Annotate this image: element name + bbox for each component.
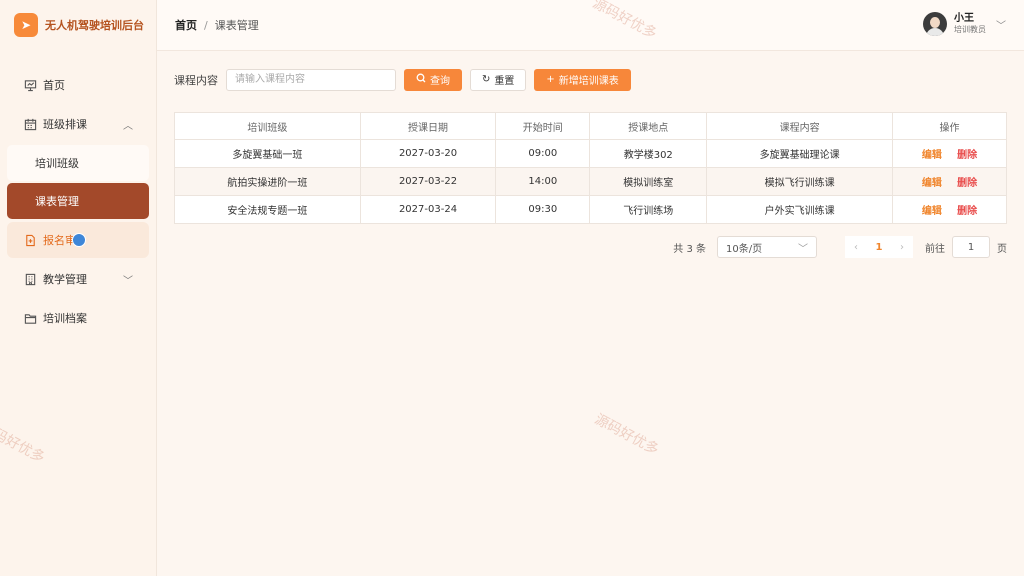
table-row: 多旋翼基础一班 2027-03-20 09:00 教学楼302 多旋翼基础理论课…: [174, 139, 1007, 168]
filter-label: 课程内容: [174, 73, 218, 87]
user-role: 培训教员: [954, 25, 986, 34]
plus-icon: +: [546, 74, 555, 85]
page-size-select[interactable]: 10条/页 ﹀: [717, 236, 817, 258]
breadcrumb-current: 课表管理: [214, 19, 259, 32]
watermark: 源码好优多: [591, 411, 662, 459]
column-header: 培训班级: [174, 112, 361, 140]
table-row: 航拍实操进阶一班 2027-03-22 14:00 模拟训练室 模拟飞行训练课 …: [174, 167, 1007, 196]
refresh-icon: ↻: [482, 74, 491, 85]
calendar-icon: [23, 117, 37, 131]
breadcrumb-home[interactable]: 首页: [175, 17, 197, 33]
row-actions: 编辑 删除: [892, 167, 1007, 196]
chevron-down-icon: ﹀: [996, 20, 1006, 32]
table-cell: 14:00: [495, 167, 591, 196]
prev-page-button[interactable]: ‹: [845, 236, 867, 258]
avatar: [923, 12, 947, 36]
sidebar-item-registration[interactable]: 报名审: [7, 222, 149, 258]
chevron-up-icon: ︿: [123, 120, 133, 132]
logo-icon: ➤: [14, 13, 38, 37]
table-cell: 09:30: [495, 195, 591, 224]
user-info: 小王 培训教员: [954, 13, 986, 35]
table-cell: 安全法规专题一班: [174, 195, 361, 224]
table-cell: 2027-03-20: [359, 139, 497, 168]
sidebar-item-home[interactable]: 首页: [7, 67, 149, 103]
table-row: 安全法规专题一班 2027-03-24 09:30 飞行训练场 户外实飞训练课 …: [174, 195, 1007, 224]
delete-button[interactable]: 删除: [957, 206, 977, 217]
goto-suffix: 页: [997, 243, 1007, 255]
table-cell: 户外实飞训练课: [706, 195, 893, 224]
sidebar-item-label: 首页: [43, 79, 65, 92]
goto-prefix: 前往: [925, 243, 945, 255]
sidebar-item-label: 教学管理: [43, 273, 87, 286]
chart-board-icon: [23, 78, 37, 92]
goto-page-input[interactable]: 1: [952, 236, 990, 258]
pager-buttons: ‹ 1 ›: [845, 236, 913, 258]
chevron-down-icon: ﹀: [798, 243, 808, 255]
table-cell: 09:00: [495, 139, 591, 168]
chevron-down-icon: ﹀: [123, 275, 133, 287]
goto-page: 前往 1 页: [925, 236, 1007, 258]
reset-button[interactable]: ↻ 重置: [470, 68, 527, 91]
row-actions: 编辑 删除: [892, 195, 1007, 224]
edit-button[interactable]: 编辑: [922, 178, 942, 189]
column-header: 授课地点: [589, 112, 708, 140]
search-icon: [416, 73, 426, 86]
add-schedule-button-label: 新增培训课表: [558, 76, 619, 87]
sidebar-item-label: 培训班级: [35, 157, 79, 170]
sidebar-item-label: 培训档案: [43, 312, 87, 325]
column-header: 授课日期: [359, 112, 497, 140]
user-menu[interactable]: 小王 培训教员 ﹀: [923, 12, 1006, 36]
sidebar-item-label: 课表管理: [35, 195, 79, 208]
user-name: 小王: [954, 13, 974, 24]
delete-button[interactable]: 删除: [957, 178, 977, 189]
sidebar-item-class-schedule[interactable]: 班级排课 ︿: [7, 106, 149, 142]
search-button-label: 查询: [430, 76, 450, 87]
building-icon: [23, 272, 37, 286]
sidebar-item-schedule-management[interactable]: 课表管理: [7, 183, 149, 219]
table-cell: 模拟飞行训练课: [706, 167, 893, 196]
sidebar-nav: 首页 班级排课 ︿ 培训班级 课表管理 报名审 教学管理 ﹀ 培训档案: [0, 50, 156, 336]
reset-button-label: 重置: [494, 76, 515, 87]
column-header: 课程内容: [706, 112, 893, 140]
pagination: 共 3 条 10条/页 ﹀ ‹ 1 › 前往 1 页: [673, 236, 1007, 258]
breadcrumb-separator: /: [204, 18, 208, 32]
sidebar: ➤ 无人机驾驶培训后台 首页 班级排课 ︿ 培训班级 课表管理 报名审 教学管理…: [0, 0, 157, 576]
column-header: 操作: [892, 112, 1007, 140]
table-cell: 飞行训练场: [589, 195, 708, 224]
table-cell: 教学楼302: [589, 139, 708, 168]
search-button[interactable]: 查询: [404, 68, 462, 91]
sidebar-item-archive[interactable]: 培训档案: [7, 300, 149, 336]
filter-bar: 课程内容 查询 ↻ 重置 + 新增培训课表: [174, 68, 1007, 91]
page-number[interactable]: 1: [867, 236, 891, 258]
table-cell: 多旋翼基础理论课: [706, 139, 893, 168]
table-cell: 2027-03-24: [359, 195, 497, 224]
page-size-value: 10条/页: [726, 243, 763, 255]
table-cell: 模拟训练室: [589, 167, 708, 196]
table-cell: 2027-03-22: [359, 167, 497, 196]
delete-button[interactable]: 删除: [957, 150, 977, 161]
document-icon: [23, 233, 37, 247]
sidebar-item-label: 班级排课: [43, 118, 87, 131]
schedule-table: 培训班级 授课日期 开始时间 授课地点 课程内容 操作 多旋翼基础一班 2027…: [174, 112, 1007, 224]
edit-button[interactable]: 编辑: [922, 206, 942, 217]
column-header: 开始时间: [495, 112, 591, 140]
sidebar-item-teaching[interactable]: 教学管理 ﹀: [7, 261, 149, 297]
notification-dot: [72, 233, 86, 247]
table-cell: 多旋翼基础一班: [174, 139, 361, 168]
folder-icon: [23, 311, 37, 325]
edit-button[interactable]: 编辑: [922, 150, 942, 161]
add-schedule-button[interactable]: + 新增培训课表: [534, 68, 631, 91]
sidebar-item-training-class[interactable]: 培训班级: [7, 145, 149, 181]
table-header-row: 培训班级 授课日期 开始时间 授课地点 课程内容 操作: [174, 112, 1007, 140]
total-count: 共 3 条: [673, 243, 706, 255]
breadcrumb: 首页 / 课表管理: [157, 17, 259, 33]
app-title: 无人机驾驶培训后台: [45, 19, 144, 32]
main-content: 课程内容 查询 ↻ 重置 + 新增培训课表 培训班级 授课日期 开始时间 授课地…: [174, 68, 1007, 258]
logo-row: ➤ 无人机驾驶培训后台: [0, 0, 156, 50]
table-cell: 航拍实操进阶一班: [174, 167, 361, 196]
course-content-input[interactable]: [226, 68, 396, 91]
row-actions: 编辑 删除: [892, 139, 1007, 168]
next-page-button[interactable]: ›: [891, 236, 913, 258]
